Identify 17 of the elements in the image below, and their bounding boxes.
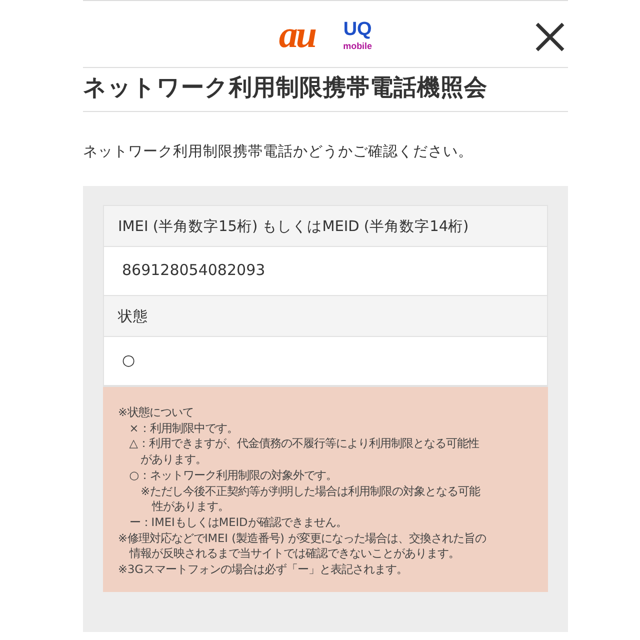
note-text: ※修理対応などでIMEI (製造番号) が変更になった場合は、交換された旨の 情報が反映されるまで当サイトでは確認できないことがあります。 <box>118 530 488 562</box>
note-text: ※3Gスマートフォンの場合は必ず「ー」と表記されます。 <box>118 562 408 578</box>
field-value: 869128054082093 <box>104 247 547 296</box>
field-label: IMEI (半角数字15桁) もしくはMEID (半角数字14桁) <box>104 206 547 247</box>
field-value: ○ <box>104 337 547 386</box>
field-label: 状態 <box>104 296 547 337</box>
logo: au <box>278 16 316 54</box>
note-text: ※ただし今後不正契約等が判明した場合は利用制限の対象となる可能 性があります。 <box>140 484 482 515</box>
note-text: ー：IMEIもしくはMEIDが確認できません。 <box>129 514 348 531</box>
note-text: ○：ネットワーク利用制限の対象外です。 <box>129 468 338 484</box>
description: ネットワーク利用制限携帯電話かどうかご確認ください。 <box>83 143 474 161</box>
note-text: ×：利用制限中です。 <box>129 420 239 436</box>
note-text: ※状態について <box>118 405 194 421</box>
note-text: △：利用できますが、代金債務の不履行等により利用制限となる可能性 があります。 <box>129 436 480 468</box>
page-title: ネットワーク利用制限携帯電話機照会 <box>83 67 568 112</box>
close-icon[interactable] <box>534 21 566 53</box>
logo: UQ mobile <box>343 19 372 51</box>
